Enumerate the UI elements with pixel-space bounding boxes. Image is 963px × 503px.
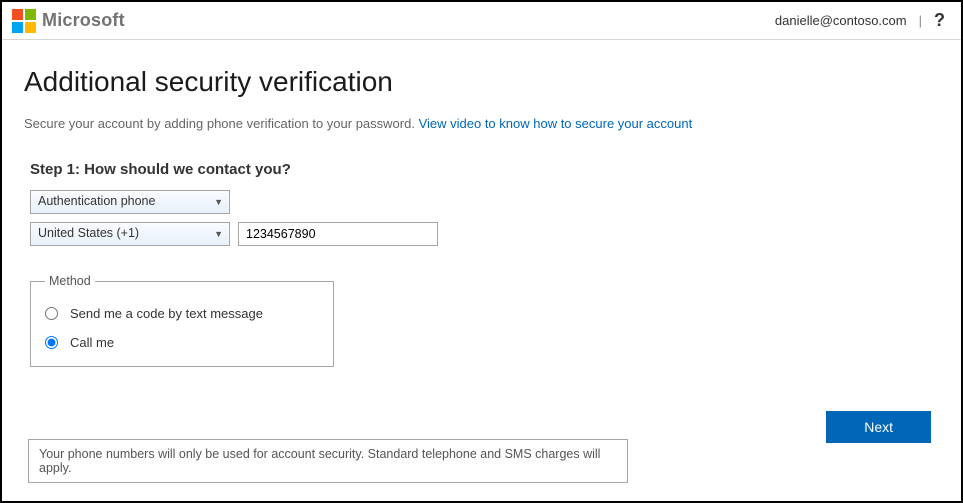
- radio-text-message-row[interactable]: Send me a code by text message: [45, 306, 319, 321]
- desc-text: Secure your account by adding phone veri…: [24, 116, 419, 131]
- footnote: Your phone numbers will only be used for…: [28, 439, 628, 483]
- page-description: Secure your account by adding phone veri…: [24, 116, 939, 131]
- content: Additional security verification Secure …: [2, 40, 961, 377]
- radio-call-me-label: Call me: [70, 335, 114, 350]
- header-divider: |: [919, 13, 922, 28]
- microsoft-logo-icon: [12, 9, 36, 33]
- next-button[interactable]: Next: [826, 411, 931, 443]
- phone-row: United States (+1) ▼: [30, 222, 939, 246]
- contact-method-row: Authentication phone ▼: [30, 190, 939, 214]
- help-icon[interactable]: ?: [934, 10, 945, 31]
- method-fieldset: Method Send me a code by text message Ca…: [30, 274, 334, 367]
- contact-method-value: Authentication phone: [38, 194, 155, 208]
- chevron-down-icon: ▼: [214, 197, 223, 207]
- view-video-link[interactable]: View video to know how to secure your ac…: [419, 116, 693, 131]
- radio-text-message[interactable]: [45, 307, 58, 320]
- page-title: Additional security verification: [24, 66, 939, 98]
- radio-text-message-label: Send me a code by text message: [70, 306, 263, 321]
- phone-number-input[interactable]: [238, 222, 438, 246]
- actions: Next: [826, 411, 931, 443]
- radio-call-me[interactable]: [45, 336, 58, 349]
- user-email: danielle@contoso.com: [775, 13, 907, 28]
- chevron-down-icon: ▼: [214, 229, 223, 239]
- radio-call-me-row[interactable]: Call me: [45, 335, 319, 350]
- method-legend: Method: [45, 274, 95, 288]
- contact-method-select[interactable]: Authentication phone ▼: [30, 190, 230, 214]
- country-code-select[interactable]: United States (+1) ▼: [30, 222, 230, 246]
- brand: Microsoft: [12, 9, 125, 33]
- header: Microsoft danielle@contoso.com | ?: [2, 2, 961, 40]
- country-code-value: United States (+1): [38, 226, 139, 240]
- header-right: danielle@contoso.com | ?: [775, 10, 945, 31]
- step-heading: Step 1: How should we contact you?: [30, 161, 939, 178]
- brand-name: Microsoft: [42, 10, 125, 31]
